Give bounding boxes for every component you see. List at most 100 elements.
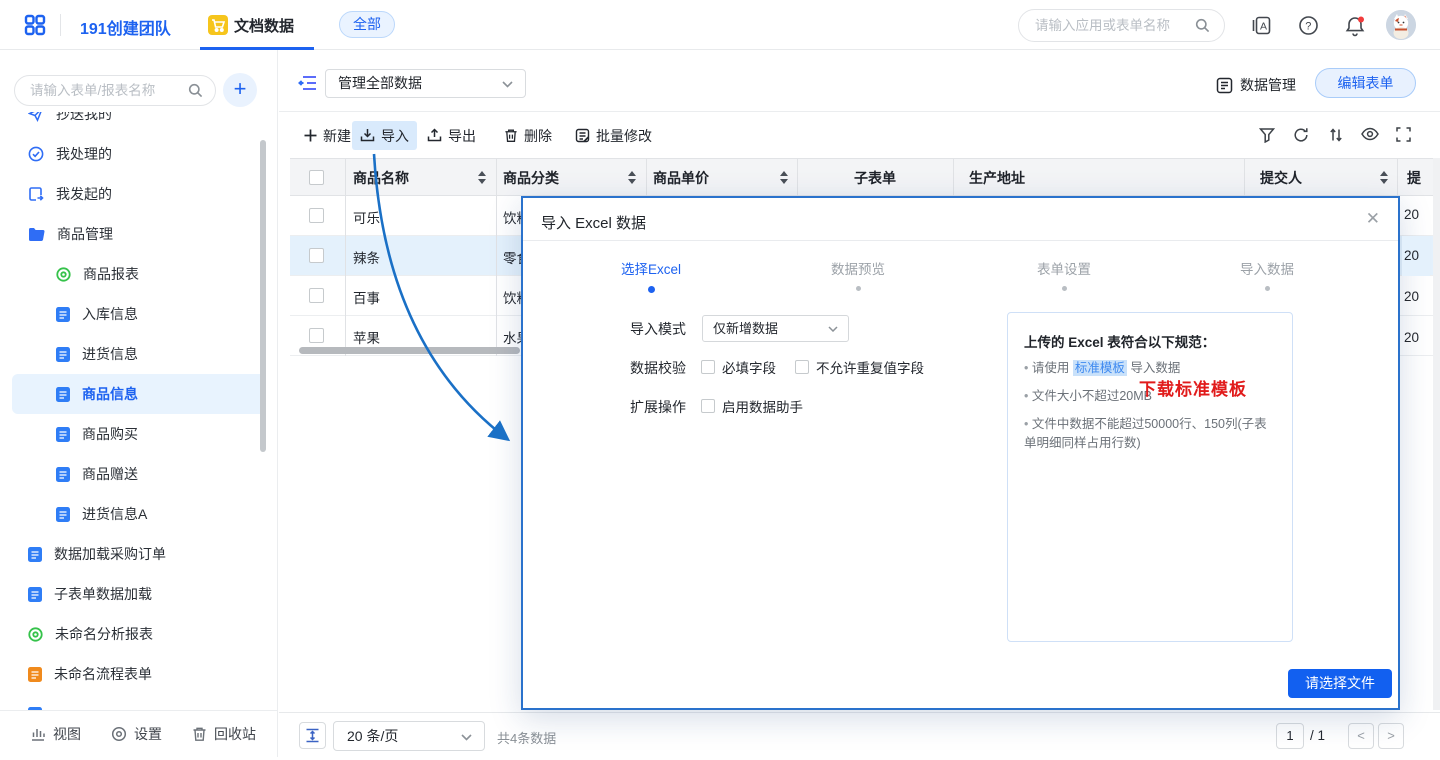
sidebar-list: 抄送我的 我处理的 我发起的 商品管理 商品报表 bbox=[0, 112, 278, 760]
chevron-down-icon bbox=[828, 326, 838, 332]
report-target-icon bbox=[56, 267, 71, 282]
form-icon bbox=[56, 427, 70, 442]
language-icon[interactable]: A bbox=[1251, 15, 1272, 36]
sidebar-item-unnamed-flow-form[interactable]: 未命名流程表单 bbox=[0, 654, 278, 694]
cell-product-name: 可乐 bbox=[353, 207, 380, 227]
topbar: 191创建团队 文档数据 全部 A bbox=[0, 0, 1440, 50]
row-checkbox[interactable] bbox=[309, 328, 324, 343]
select-file-button[interactable]: 请选择文件 bbox=[1288, 669, 1392, 698]
notification-bell-icon[interactable] bbox=[1344, 15, 1366, 37]
add-form-button[interactable]: + bbox=[223, 73, 257, 107]
svg-text:?: ? bbox=[1305, 21, 1311, 33]
collapse-sidebar-icon[interactable] bbox=[298, 74, 318, 92]
data-assistant-checkbox[interactable]: 启用数据助手 bbox=[701, 396, 803, 416]
fullscreen-icon[interactable] bbox=[1396, 127, 1411, 142]
edit-form-button[interactable]: 编辑表单 bbox=[1315, 68, 1416, 98]
sidebar-item-purchase-info[interactable]: 进货信息 bbox=[0, 334, 278, 374]
required-field-checkbox[interactable]: 必填字段 bbox=[701, 357, 776, 377]
cell-product-name: 百事 bbox=[353, 287, 380, 307]
sidebar-search-input[interactable] bbox=[30, 76, 178, 105]
sort-toggle[interactable] bbox=[628, 171, 636, 184]
col-product-price[interactable]: 商品单价 bbox=[653, 159, 709, 197]
sidebar-item-product-gift[interactable]: 商品赠送 bbox=[0, 454, 278, 494]
prev-page-button[interactable]: < bbox=[1348, 723, 1374, 749]
filter-icon[interactable] bbox=[1259, 127, 1275, 143]
col-submit-time-cut[interactable]: 提 bbox=[1407, 159, 1421, 197]
sidebar-item-product-report[interactable]: 商品报表 bbox=[0, 254, 278, 294]
sidebar-item-purchase-info-a[interactable]: 进货信息A bbox=[0, 494, 278, 534]
sidebar-item-product-buy[interactable]: 商品购买 bbox=[0, 414, 278, 454]
total-count: 共4条数据 bbox=[497, 728, 556, 747]
page-number-input[interactable]: 1 bbox=[1276, 723, 1304, 749]
checkbox[interactable] bbox=[701, 360, 715, 374]
row-checkbox[interactable] bbox=[309, 248, 324, 263]
import-mode-select[interactable]: 仅新增数据 bbox=[702, 315, 849, 342]
recycle-bin-button[interactable]: 回收站 bbox=[192, 724, 256, 744]
search-icon[interactable] bbox=[1195, 18, 1210, 33]
settings-button[interactable]: 设置 bbox=[111, 724, 162, 744]
global-search-input[interactable] bbox=[1035, 10, 1185, 41]
filter-all-pill[interactable]: 全部 bbox=[339, 11, 395, 38]
standard-template-link[interactable]: 标准模板 bbox=[1073, 360, 1127, 376]
sidebar-item-unnamed-report[interactable]: 未命名分析报表 bbox=[0, 614, 278, 654]
col-product-category[interactable]: 商品分类 bbox=[503, 159, 559, 197]
data-view-selector[interactable]: 管理全部数据 bbox=[325, 69, 526, 98]
page-size-select[interactable]: 20 条/页 bbox=[333, 721, 485, 751]
app-tab-label: 文档数据 bbox=[234, 15, 294, 36]
team-name[interactable]: 191创建团队 bbox=[80, 15, 171, 39]
tab-doc-data[interactable]: 文档数据 bbox=[200, 0, 314, 50]
apps-grid-icon[interactable] bbox=[24, 14, 46, 36]
chart-icon bbox=[30, 726, 46, 742]
checkbox[interactable] bbox=[701, 399, 715, 413]
col-subform[interactable]: 子表单 bbox=[797, 159, 953, 197]
col-product-name[interactable]: 商品名称 bbox=[353, 159, 409, 197]
spec-title: 上传的 Excel 表符合以下规范： bbox=[1024, 331, 1215, 351]
new-button[interactable]: 新建 bbox=[296, 121, 359, 150]
avatar[interactable] bbox=[1386, 10, 1416, 40]
sort-toggle[interactable] bbox=[780, 171, 788, 184]
export-button[interactable]: 导出 bbox=[419, 121, 484, 150]
sort-toggle[interactable] bbox=[1380, 171, 1388, 184]
horizontal-scrollbar[interactable] bbox=[299, 347, 520, 354]
col-production-address[interactable]: 生产地址 bbox=[969, 159, 1025, 197]
tab-underline bbox=[200, 47, 314, 50]
page-total: / 1 bbox=[1310, 728, 1325, 743]
row-height-button[interactable] bbox=[299, 722, 326, 749]
sidebar-item-data-load-order[interactable]: 数据加载采购订单 bbox=[0, 534, 278, 574]
close-icon[interactable]: ✕ bbox=[1366, 209, 1380, 229]
eye-icon[interactable] bbox=[1361, 127, 1379, 141]
row-checkbox[interactable] bbox=[309, 208, 324, 223]
sidebar-scrollbar[interactable] bbox=[260, 140, 266, 452]
form-icon bbox=[56, 347, 70, 362]
views-button[interactable]: 视图 bbox=[30, 724, 81, 744]
sidebar-folder-product-mgmt[interactable]: 商品管理 bbox=[0, 214, 278, 254]
search-icon[interactable] bbox=[188, 83, 203, 98]
sidebar-item-initiated-by-me[interactable]: 我发起的 bbox=[0, 174, 278, 214]
cell-submit-time-cut: 20 bbox=[1404, 207, 1419, 222]
no-duplicate-checkbox[interactable]: 不允许重复值字段 bbox=[795, 357, 924, 377]
refresh-icon[interactable] bbox=[1293, 127, 1309, 143]
row-checkbox[interactable] bbox=[309, 288, 324, 303]
sidebar-item-product-info[interactable]: 商品信息 bbox=[12, 374, 266, 414]
sort-icon[interactable] bbox=[1328, 127, 1344, 143]
cell-product-name: 辣条 bbox=[353, 247, 380, 267]
batch-edit-button[interactable]: 批量修改 bbox=[567, 121, 660, 150]
sidebar-item-subform-data-load[interactable]: 子表单数据加载 bbox=[0, 574, 278, 614]
help-icon[interactable]: ? bbox=[1298, 15, 1319, 36]
export-icon bbox=[427, 128, 442, 143]
import-icon bbox=[360, 128, 375, 143]
select-all-checkbox[interactable] bbox=[309, 170, 324, 185]
sidebar-item-my-tasks[interactable]: 我处理的 bbox=[0, 134, 278, 174]
report-target-icon bbox=[28, 627, 43, 642]
app-window: 191创建团队 文档数据 全部 A bbox=[0, 0, 1440, 757]
delete-button[interactable]: 删除 bbox=[496, 121, 560, 150]
checkbox[interactable] bbox=[795, 360, 809, 374]
next-page-button[interactable]: > bbox=[1378, 723, 1404, 749]
data-manage-button[interactable]: 数据管理 bbox=[1216, 75, 1296, 95]
sidebar-item-inbound-info[interactable]: 入库信息 bbox=[0, 294, 278, 334]
sidebar-item-cc-to-me[interactable]: 抄送我的 bbox=[0, 112, 278, 134]
import-button[interactable]: 导入 bbox=[352, 121, 417, 150]
col-submitter[interactable]: 提交人 bbox=[1260, 159, 1302, 197]
sidebar: + 抄送我的 我处理的 我发起的 商品管理 bbox=[0, 50, 278, 757]
sort-toggle[interactable] bbox=[478, 171, 486, 184]
